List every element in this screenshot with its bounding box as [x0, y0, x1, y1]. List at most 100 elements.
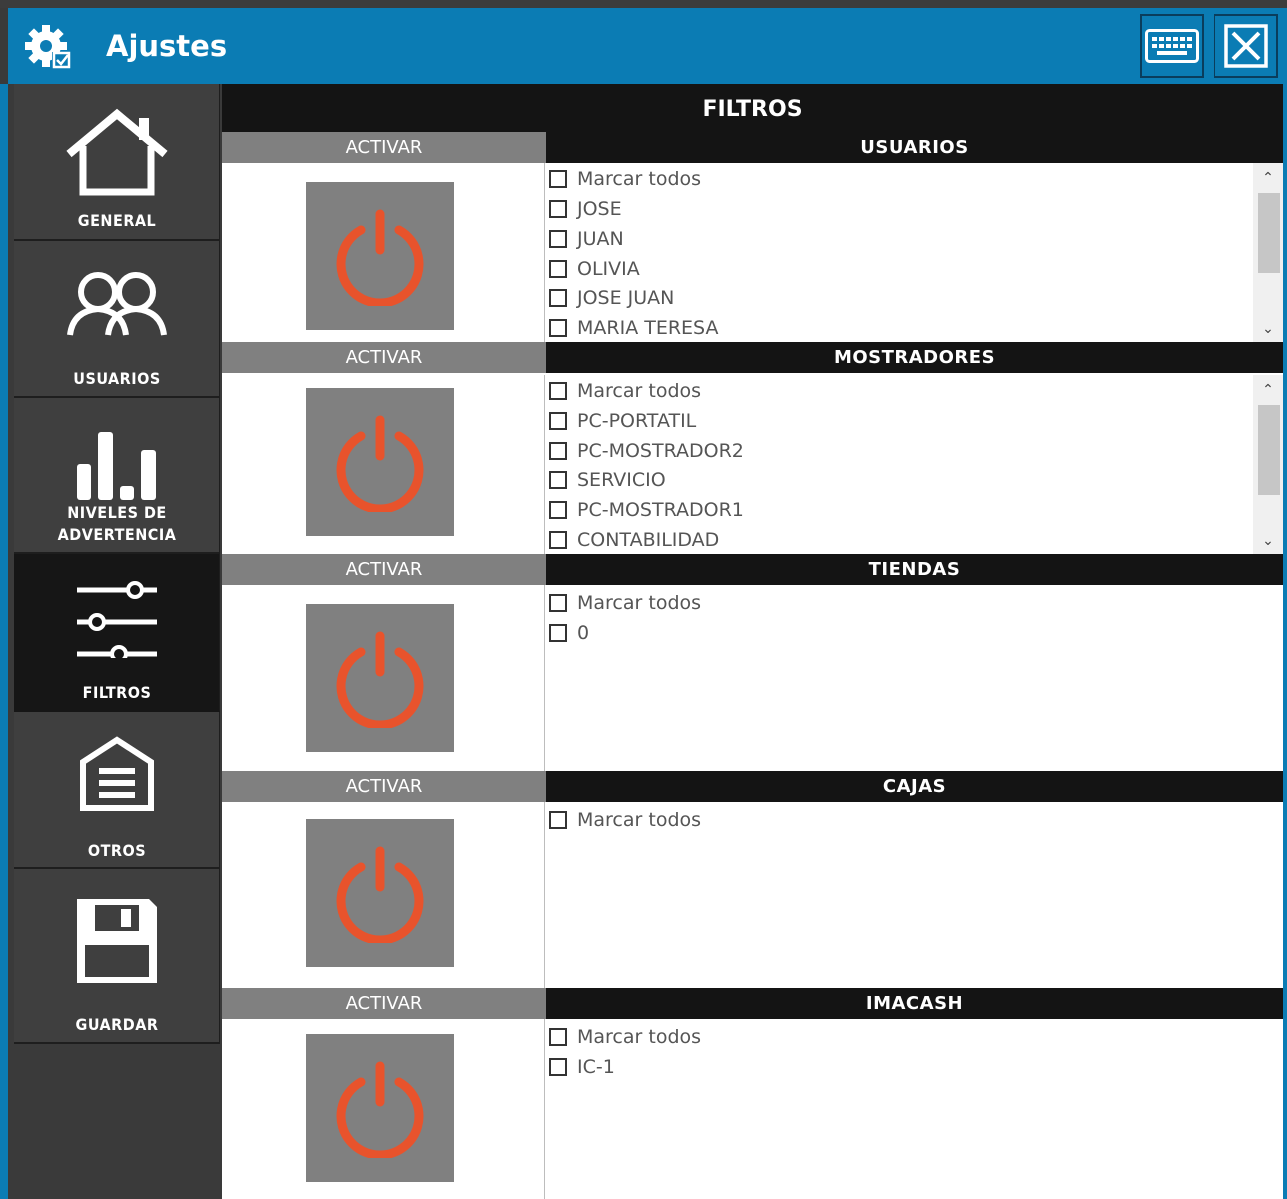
filter-section-imacash: ACTIVAR IMACASH Marcar todos IC-1	[222, 988, 1283, 1199]
checkbox[interactable]	[549, 1058, 567, 1076]
power-icon	[336, 209, 424, 306]
list-item[interactable]: SERVICIO	[549, 466, 666, 494]
activate-power-button[interactable]	[306, 604, 454, 752]
scrollbar[interactable]: ⌃ ⌄	[1253, 375, 1283, 554]
scroll-down-icon[interactable]: ⌄	[1253, 530, 1283, 552]
list-item[interactable]: Marcar todos	[549, 377, 701, 405]
section-title: TIENDAS	[546, 554, 1283, 585]
scroll-thumb[interactable]	[1258, 193, 1280, 273]
keyboard-icon	[1145, 29, 1199, 63]
checkbox-list: Marcar todos 0	[544, 585, 1283, 771]
sidebar-item-general[interactable]: GENERAL	[14, 84, 220, 241]
sidebar-item-label: OTROS	[87, 841, 147, 860]
settings-gear-icon	[22, 22, 78, 72]
list-item[interactable]: PC-PORTATIL	[549, 407, 696, 435]
checkbox[interactable]	[549, 471, 567, 489]
list-item[interactable]: Marcar todos	[549, 806, 701, 834]
checkbox-list: Marcar todos PC-PORTATIL PC-MOSTRADOR2 S…	[544, 375, 1283, 554]
checkbox[interactable]	[549, 501, 567, 519]
checkbox[interactable]	[549, 170, 567, 188]
sidebar-item-usuarios[interactable]: USUARIOS	[14, 241, 220, 398]
power-icon	[336, 415, 424, 512]
list-item[interactable]: Marcar todos	[549, 165, 701, 193]
activate-power-button[interactable]	[306, 819, 454, 967]
section-title: USUARIOS	[546, 132, 1283, 163]
checkbox[interactable]	[549, 624, 567, 642]
activate-header: ACTIVAR	[222, 771, 546, 802]
checkbox[interactable]	[549, 531, 567, 549]
list-item[interactable]: JOSE JUAN	[549, 284, 674, 312]
bar-levels-icon	[14, 430, 220, 500]
section-title: MOSTRADORES	[546, 342, 1283, 373]
checkbox[interactable]	[549, 594, 567, 612]
list-item[interactable]: PC-MOSTRADOR2	[549, 437, 744, 465]
sidebar-item-filtros[interactable]: FILTROS	[14, 554, 220, 712]
section-title: CAJAS	[546, 771, 1283, 802]
filter-section-mostradores: ACTIVAR MOSTRADORES Marcar todos PC-PORT…	[222, 342, 1283, 554]
list-item[interactable]: Marcar todos	[549, 1023, 701, 1051]
users-icon	[14, 269, 220, 339]
activate-power-button[interactable]	[306, 1034, 454, 1182]
scrollbar[interactable]: ⌃ ⌄	[1253, 163, 1283, 342]
activate-power-button[interactable]	[306, 388, 454, 536]
list-item[interactable]: Marcar todos	[549, 589, 701, 617]
filter-section-tiendas: ACTIVAR TIENDAS Marcar todos 0	[222, 554, 1283, 771]
document-house-icon	[14, 736, 220, 812]
sidebar-item-label: NIVELES DE ADVERTENCIA	[57, 503, 177, 544]
house-icon	[14, 108, 220, 198]
section-title: IMACASH	[546, 988, 1283, 1019]
checkbox[interactable]	[549, 230, 567, 248]
scroll-up-icon[interactable]: ⌃	[1253, 167, 1283, 189]
activate-header: ACTIVAR	[222, 988, 546, 1019]
power-icon	[336, 846, 424, 943]
checkbox-list: Marcar todos	[544, 802, 1283, 988]
list-item[interactable]: JUAN	[549, 225, 624, 253]
close-button[interactable]	[1214, 14, 1278, 78]
checkbox[interactable]	[549, 811, 567, 829]
filters-panel: FILTROS ACTIVAR USUARIOS Marcar todos JO…	[222, 84, 1283, 1199]
window-top-strip	[0, 0, 1287, 8]
sidebar-item-label: GUARDAR	[75, 1015, 159, 1034]
checkbox[interactable]	[549, 1028, 567, 1046]
sidebar-item-guardar[interactable]: GUARDAR	[14, 869, 220, 1044]
checkbox[interactable]	[549, 200, 567, 218]
sidebar-item-otros[interactable]: OTROS	[14, 712, 220, 869]
list-item[interactable]: OLIVIA	[549, 255, 640, 283]
sidebar-item-niveles-de-advertencia[interactable]: NIVELES DE ADVERTENCIA	[14, 398, 220, 554]
sidebar-item-label: GENERAL	[77, 211, 157, 230]
sidebar: GENERAL USUARIOS NIVELES DE ADVERTENCIA	[14, 84, 221, 1199]
checkbox[interactable]	[549, 382, 567, 400]
filter-section-usuarios: ACTIVAR USUARIOS Marcar todos JOSE JUAN …	[222, 132, 1283, 342]
checkbox[interactable]	[549, 412, 567, 430]
list-item[interactable]: JOSE	[549, 195, 622, 223]
checkbox[interactable]	[549, 319, 567, 337]
sidebar-item-label: USUARIOS	[73, 369, 161, 388]
checkbox[interactable]	[549, 260, 567, 278]
list-item[interactable]: IC-1	[549, 1053, 615, 1081]
scroll-up-icon[interactable]: ⌃	[1253, 379, 1283, 401]
sidebar-item-label: FILTROS	[82, 683, 152, 702]
activate-power-button[interactable]	[306, 182, 454, 330]
close-icon	[1223, 24, 1268, 68]
checkbox[interactable]	[549, 289, 567, 307]
window-title: Ajustes	[106, 29, 228, 63]
power-icon	[336, 631, 424, 728]
page-title: FILTROS	[222, 84, 1283, 132]
list-item[interactable]: MARIA TERESA	[549, 314, 718, 342]
activate-header: ACTIVAR	[222, 554, 546, 585]
window-frame-right	[1283, 84, 1287, 1199]
checkbox-list: Marcar todos IC-1	[544, 1019, 1283, 1199]
keyboard-button[interactable]	[1140, 14, 1204, 78]
activate-header: ACTIVAR	[222, 132, 546, 163]
title-bar: Ajustes	[8, 8, 1287, 84]
list-item[interactable]: 0	[549, 619, 589, 647]
checkbox[interactable]	[549, 442, 567, 460]
activate-header: ACTIVAR	[222, 342, 546, 373]
floppy-save-icon	[14, 895, 220, 987]
power-icon	[336, 1061, 424, 1158]
list-item[interactable]: PC-MOSTRADOR1	[549, 496, 744, 524]
list-item[interactable]: CONTABILIDAD	[549, 526, 719, 554]
scroll-thumb[interactable]	[1258, 405, 1280, 495]
scroll-down-icon[interactable]: ⌄	[1253, 318, 1283, 340]
sliders-icon	[14, 576, 220, 658]
